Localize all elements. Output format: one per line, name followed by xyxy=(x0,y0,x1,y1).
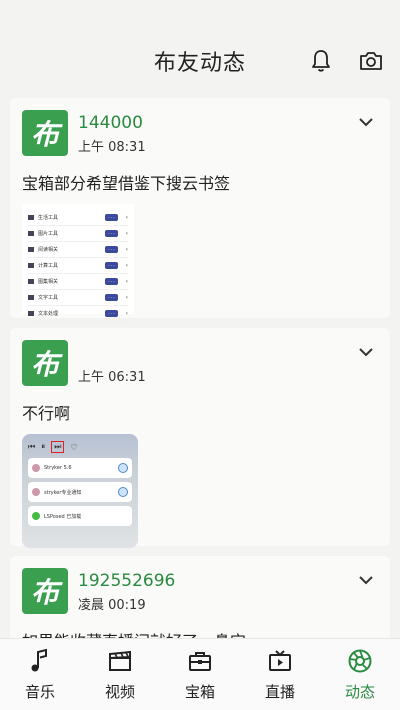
nav-item-music[interactable]: 音乐 xyxy=(5,647,75,702)
nav-label: 宝箱 xyxy=(184,683,215,701)
post-card[interactable]: 布 192552696 凌晨 00:19 如果能收藏直播间就好了，鼻宝 xyxy=(10,556,390,638)
status-bar xyxy=(0,0,400,26)
aperture-icon xyxy=(347,647,373,675)
header: 布友动态 xyxy=(0,26,400,96)
post-card[interactable]: 布 144000 上午 08:31 宝箱部分希望借鉴下搜云书签 生活工具 · · … xyxy=(10,98,390,322)
clapperboard-icon xyxy=(107,647,133,675)
post-image[interactable]: ⏮ ⏸ ⏭ ♡ Stryker 5.6 stryker专业通知 LSPosed 已加载 xyxy=(22,434,138,548)
post-time: 凌晨 00:19 xyxy=(78,598,146,613)
music-note-icon xyxy=(29,647,51,675)
post-text: 宝箱部分希望借鉴下搜云书签 xyxy=(22,174,231,193)
avatar[interactable]: 布 xyxy=(22,568,68,614)
chevron-down-icon[interactable] xyxy=(358,570,374,589)
feed-list[interactable]: 布 144000 上午 08:31 宝箱部分希望借鉴下搜云书签 生活工具 · · … xyxy=(0,98,400,638)
chevron-down-icon[interactable] xyxy=(358,342,374,361)
nav-label: 动态 xyxy=(344,683,375,701)
nav-item-video[interactable]: 视频 xyxy=(85,647,155,702)
bottom-nav: 音乐 视频 宝箱 直播 动态 xyxy=(0,638,400,710)
post-time: 上午 08:31 xyxy=(78,140,146,155)
username[interactable] xyxy=(78,342,146,364)
post-image[interactable]: 生活工具 · · · › 图片工具 · · · › 阅读相关 · · · › 计算工具 · ·… xyxy=(22,204,134,322)
post-text: 不行啊 xyxy=(22,404,71,423)
nav-item-live[interactable]: 直播 xyxy=(245,647,315,702)
nav-label: 音乐 xyxy=(24,683,55,701)
chevron-down-icon[interactable] xyxy=(358,112,374,131)
username[interactable]: 192552696 xyxy=(78,570,175,592)
post-text: 如果能收藏直播间就好了，鼻宝 xyxy=(22,628,378,638)
nav-label: 视频 xyxy=(104,683,135,701)
post-time: 上午 06:31 xyxy=(78,370,146,385)
toolbox-icon xyxy=(187,647,213,675)
post-card[interactable]: 布 上午 06:31 不行啊 ⏮ ⏸ ⏭ ♡ Stryker 5.6 stryker专… xyxy=(10,328,390,548)
username[interactable]: 144000 xyxy=(78,112,146,134)
nav-item-toolbox[interactable]: 宝箱 xyxy=(165,647,235,702)
nav-item-feed[interactable]: 动态 xyxy=(325,647,395,702)
tv-icon xyxy=(267,647,293,675)
avatar[interactable]: 布 xyxy=(22,340,68,386)
nav-label: 直播 xyxy=(264,683,295,701)
avatar[interactable]: 布 xyxy=(22,110,68,156)
bell-icon[interactable] xyxy=(308,48,334,74)
page-title: 布友动态 xyxy=(153,51,246,76)
camera-icon[interactable] xyxy=(358,48,384,74)
